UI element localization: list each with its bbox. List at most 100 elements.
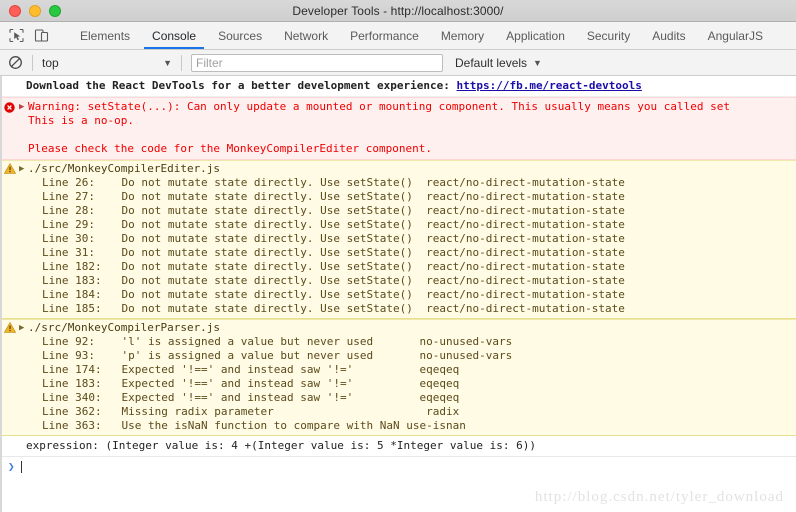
warning-entry-message: 'l' is assigned a value but never used (121, 335, 374, 348)
minimize-button[interactable] (29, 4, 41, 17)
tab-console[interactable]: Console (141, 22, 207, 49)
log-levels-select[interactable]: Default levels ▼ (455, 56, 542, 70)
warning-entry-pad (102, 288, 122, 301)
execution-context-value: top (42, 55, 59, 70)
tab-network[interactable]: Network (273, 22, 339, 49)
warning-entry-rule: eqeqeq (419, 363, 460, 376)
warning-entry-message: Do not mutate state directly. Use setSta… (121, 246, 413, 259)
warning-entry-line: Line 340: (42, 391, 102, 404)
console-prompt-row[interactable]: ❯ (0, 457, 796, 477)
tab-label: Application (506, 28, 565, 43)
title-bar: Developer Tools - http://localhost:3000/ (0, 0, 796, 22)
warning-entry: Line 183: Do not mutate state directly. … (0, 274, 796, 288)
warning-entry-pad (102, 260, 122, 273)
chevron-down-icon: ▼ (533, 57, 542, 68)
warning-entry-pad2 (413, 246, 426, 259)
warning-entry-pad2 (413, 274, 426, 287)
warning-entry-rule: react/no-direct-mutation-state (426, 302, 625, 315)
warning-entry-pad (95, 335, 122, 348)
tab-elements[interactable]: Elements (69, 22, 141, 49)
warning-entry-message: Do not mutate state directly. Use setSta… (121, 190, 413, 203)
tab-performance[interactable]: Performance (339, 22, 430, 49)
console-output[interactable]: Download the React DevTools for a better… (0, 76, 796, 512)
warning-entry-pad (95, 218, 122, 231)
watermark-text: http://blog.csdn.net/tyler_download (534, 489, 784, 505)
tab-application[interactable]: Application (495, 22, 576, 49)
react-devtools-link[interactable]: https://fb.me/react-devtools (456, 79, 641, 92)
warning-entry: Line 27: Do not mutate state directly. U… (0, 190, 796, 204)
disclosure-triangle-icon[interactable]: ▶ (19, 321, 28, 335)
warning-entry-message: Do not mutate state directly. Use setSta… (121, 274, 413, 287)
device-toolbar-icon[interactable] (33, 27, 50, 44)
warning-entry: Line 183: Expected '!==' and instead saw… (0, 377, 796, 391)
warning-entry-rule: react/no-direct-mutation-state (426, 176, 625, 189)
warning-entry: Line 26: Do not mutate state directly. U… (0, 176, 796, 190)
filter-input[interactable] (191, 53, 443, 72)
tab-label: Memory (440, 28, 485, 43)
disclosure-triangle-icon[interactable]: ▶ (19, 100, 28, 114)
console-message-error[interactable]: ▶ Warning: setState(...): Can only update… (0, 97, 796, 160)
warning-entry-rule: eqeqeq (419, 391, 460, 404)
warning-entry-line: Line 184: (42, 288, 102, 301)
warning-entry-line: Line 30: (42, 232, 95, 245)
tab-angularjs[interactable]: AngularJS (697, 22, 774, 49)
warning-entry-pad (102, 419, 122, 432)
warning-file-header[interactable]: ▶ ./src/MonkeyCompilerParser.js (0, 321, 796, 335)
warning-entry-message: Expected '!==' and instead saw '!=' (121, 377, 354, 390)
toolbar-icons (0, 22, 69, 49)
warning-entry-pad (95, 190, 122, 203)
warning-entry-pad (95, 232, 122, 245)
warning-entry-pad2 (413, 190, 426, 203)
warning-entry-pad2 (413, 232, 426, 245)
tab-label: Audits (652, 28, 686, 43)
window-controls (0, 4, 61, 17)
zoom-button[interactable] (49, 4, 61, 17)
execution-context-select[interactable]: top ▼ (42, 56, 172, 70)
warning-entry: Line 363: Use the isNaN function to comp… (0, 419, 796, 433)
warning-entry: Line 30: Do not mutate state directly. U… (0, 232, 796, 246)
warning-entry-pad2 (373, 349, 419, 362)
tab-security[interactable]: Security (576, 22, 641, 49)
close-button[interactable] (9, 4, 21, 17)
warning-file-header[interactable]: ▶ ./src/MonkeyCompilerEditer.js (0, 162, 796, 176)
tab-sources[interactable]: Sources (207, 22, 273, 49)
warning-entry-pad2 (373, 335, 419, 348)
warning-entry-pad (95, 246, 122, 259)
tab-label: Console (152, 28, 197, 43)
warning-entry-message: Do not mutate state directly. Use setSta… (121, 176, 413, 189)
warning-entry-rule: use-isnan (406, 419, 466, 432)
warning-entry-rule: react/no-direct-mutation-state (426, 190, 625, 203)
prompt-caret-icon: ❯ (8, 460, 15, 473)
disclosure-triangle-icon[interactable]: ▶ (19, 162, 28, 176)
warning-entry-pad (102, 363, 122, 376)
warning-entry-message: Expected '!==' and instead saw '!=' (121, 391, 354, 404)
warning-entry-pad (95, 204, 122, 217)
tab-label: Network (284, 28, 329, 43)
prompt-text-cursor[interactable] (20, 461, 22, 473)
warning-entry-pad2 (413, 288, 426, 301)
console-warning-group-editer[interactable]: ▶ ./src/MonkeyCompilerEditer.js Line 26: … (0, 160, 796, 319)
warning-entry-line: Line 29: (42, 218, 95, 231)
warning-entry-line: Line 31: (42, 246, 95, 259)
warning-entry-message: Do not mutate state directly. Use setSta… (121, 232, 413, 245)
tab-audits[interactable]: Audits (641, 22, 696, 49)
tab-memory[interactable]: Memory (430, 22, 495, 49)
warning-entry-rule: no-unused-vars (419, 335, 513, 348)
inspect-cursor-icon[interactable] (8, 27, 25, 44)
warning-entry-pad2 (353, 377, 419, 390)
warning-entry-rule: eqeqeq (419, 377, 460, 390)
warning-entry-line: Line 363: (42, 419, 102, 432)
console-message-expression: expression: (Integer value is: 4 +(Integ… (0, 76, 796, 512)
warning-entry-rule: react/no-direct-mutation-state (426, 204, 625, 217)
warning-entry-pad (102, 274, 122, 287)
console-warning-group-parser[interactable]: ▶ ./src/MonkeyCompilerParser.js Line 92: … (0, 319, 796, 436)
warning-entry: Line 92: 'l' is assigned a value but nev… (0, 335, 796, 349)
error-circle-icon (4, 102, 15, 113)
warning-entry-line: Line 27: (42, 190, 95, 203)
clear-console-icon[interactable] (8, 55, 23, 70)
tab-label: Elements (80, 28, 131, 43)
warning-entry: Line 28: Do not mutate state directly. U… (0, 204, 796, 218)
tab-label: Sources (218, 28, 263, 43)
warning-entry-message: Expected '!==' and instead saw '!=' (121, 363, 354, 376)
warning-entry-pad2 (413, 218, 426, 231)
